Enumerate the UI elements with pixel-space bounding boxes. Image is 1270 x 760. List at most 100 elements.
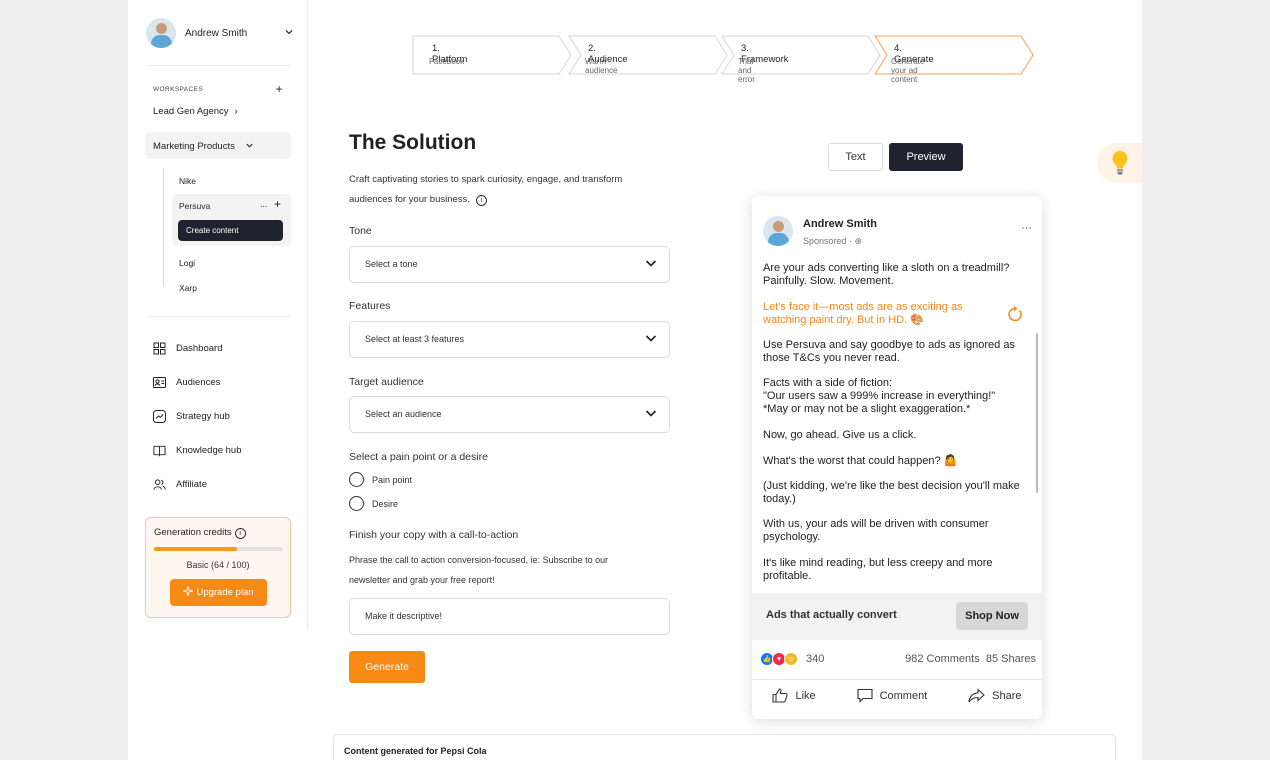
regenerate-icon[interactable] [1007, 306, 1023, 322]
step-subtitle: Generate your ad content [891, 57, 925, 84]
cta-label: Finish your copy with a call-to-action [349, 529, 519, 541]
lightbulb-icon [1112, 151, 1127, 175]
radio-circle[interactable] [349, 496, 364, 511]
project-item[interactable]: Marketing Products [145, 132, 291, 159]
nav-strategy-hub[interactable]: Strategy hub [153, 410, 230, 423]
credits-title-text: Generation credits [154, 527, 232, 538]
chevron-down-icon[interactable] [284, 27, 294, 40]
nav-label: Strategy hub [176, 411, 230, 422]
divider [146, 316, 291, 317]
nav-affiliate[interactable]: Affiliate [153, 478, 207, 491]
credits-title: Generation credits i [154, 527, 246, 539]
radio-label: Desire [372, 498, 399, 509]
audience-label: Target audience [349, 376, 424, 388]
sponsored-text: Sponsored [803, 236, 847, 246]
shares-count[interactable]: 85 Shares [986, 653, 1036, 665]
page-title: The Solution [349, 131, 477, 154]
scrollbar[interactable] [1036, 333, 1038, 493]
features-placeholder: Select at least 3 features [365, 334, 465, 344]
nav-audiences[interactable]: Audiences [153, 376, 220, 389]
workspaces-label: WORKSPACES [153, 85, 204, 93]
globe-icon: ⊕ [854, 236, 863, 246]
like-button[interactable]: Like [772, 688, 816, 703]
thumbs-up-icon [772, 688, 788, 703]
ad-paragraph-highlight: Let's face it—most ads are as exciting a… [763, 301, 963, 326]
generate-button[interactable]: Generate [349, 651, 425, 683]
ad-actions: Like Comment Share [752, 688, 1042, 703]
chevron-down-icon [645, 410, 657, 417]
sparkle-icon [182, 584, 195, 599]
divider [752, 679, 1042, 680]
like-label: Like [795, 689, 816, 702]
nav-dashboard[interactable]: Dashboard [153, 342, 222, 355]
sub-item-nike[interactable]: Nike [179, 176, 196, 186]
features-select[interactable]: Select at least 3 features [349, 321, 670, 358]
tab-text[interactable]: Text [828, 143, 883, 171]
cta-input[interactable]: Make it descriptive! [349, 598, 670, 635]
lightbulb-button[interactable] [1097, 143, 1142, 183]
info-icon[interactable]: i [234, 528, 246, 539]
audience-select[interactable]: Select an audience [349, 396, 670, 433]
sub-item-logi[interactable]: Logi [179, 258, 195, 268]
share-label: Share [992, 689, 1022, 702]
upgrade-plan-button[interactable]: Upgrade plan [170, 579, 267, 606]
ad-paragraph: Are your ads converting like a sloth on … [763, 262, 1010, 287]
create-content-button[interactable]: Create content [178, 220, 283, 241]
tone-select[interactable]: Select a tone [349, 246, 670, 283]
add-workspace-icon[interactable]: + [276, 82, 283, 96]
tone-label: Tone [349, 225, 372, 237]
step-subtitle: Trial and error [738, 57, 755, 84]
ad-paragraph: Now, go ahead. Give us a click. [763, 429, 917, 441]
share-icon [968, 688, 985, 703]
add-icon[interactable]: + [274, 197, 281, 211]
tab-preview[interactable]: Preview [889, 143, 963, 171]
comment-icon [857, 688, 873, 703]
chevron-down-icon [246, 143, 253, 148]
view-tabs: Text Preview [828, 143, 963, 171]
engagement-stats: 982 Comments 85 Shares [905, 653, 1036, 665]
chevron-down-icon [645, 260, 657, 267]
chevron-down-icon [645, 335, 657, 342]
more-icon[interactable]: ... [260, 199, 268, 209]
info-icon[interactable]: i [475, 194, 487, 206]
ad-paragraph: Facts with a side of fiction: "Our users… [763, 377, 996, 415]
tree-line [163, 168, 164, 286]
ad-preview-card: Andrew Smith Sponsored · ⊕ ··· Are your … [752, 196, 1042, 719]
plan-label: Basic (64 / 100) [186, 560, 250, 570]
ad-paragraph: With us, your ads will be driven with co… [763, 518, 989, 543]
reaction-count: 340 [806, 653, 825, 665]
shop-now-button[interactable]: Shop Now [956, 602, 1028, 630]
nav-label: Audiences [176, 377, 221, 388]
sub-item-xarp[interactable]: Xarp [179, 283, 197, 293]
step-subtitle: Warm audience [585, 57, 618, 75]
nav-knowledge-hub[interactable]: Knowledge hub [153, 444, 242, 457]
users-icon [153, 478, 166, 491]
generated-content-card: Content generated for Pepsi Cola [333, 734, 1116, 760]
share-button[interactable]: Share [968, 688, 1022, 703]
sub-item-label: Persuva [179, 201, 211, 211]
radio-pain-point[interactable]: Pain point [349, 472, 412, 487]
dashboard-icon [153, 342, 166, 355]
chevron-right-icon: › [234, 106, 238, 117]
radio-circle[interactable] [349, 472, 364, 487]
more-options-icon[interactable]: ··· [1021, 222, 1032, 234]
step-progress: 1. Platform Facebook 2. Audience Warm au… [412, 35, 1034, 84]
radio-label: Pain point [372, 474, 413, 485]
cta-placeholder: Make it descriptive! [365, 611, 443, 621]
audience-placeholder: Select an audience [365, 409, 442, 419]
workspace-item[interactable]: Lead Gen Agency › [153, 106, 238, 117]
sub-item-persuva[interactable]: Persuva ... + Create content [172, 194, 291, 246]
workspaces-header: WORKSPACES + [153, 82, 283, 96]
project-name: Marketing Products [153, 141, 235, 152]
reactions[interactable]: 👍 ♥ ☺ 340 [760, 652, 824, 666]
radio-desire[interactable]: Desire [349, 496, 398, 511]
tone-placeholder: Select a tone [365, 259, 418, 269]
sponsored-label: Sponsored · ⊕ [803, 236, 863, 246]
user-menu[interactable]: Andrew Smith [146, 18, 294, 48]
book-icon [153, 444, 166, 457]
ad-paragraph: Use Persuva and say goodbye to ads as ig… [763, 339, 1015, 364]
comment-button[interactable]: Comment [857, 688, 928, 703]
comment-label: Comment [879, 689, 928, 702]
workspace-name: Lead Gen Agency [153, 106, 229, 117]
comments-count[interactable]: 982 Comments [905, 653, 980, 665]
